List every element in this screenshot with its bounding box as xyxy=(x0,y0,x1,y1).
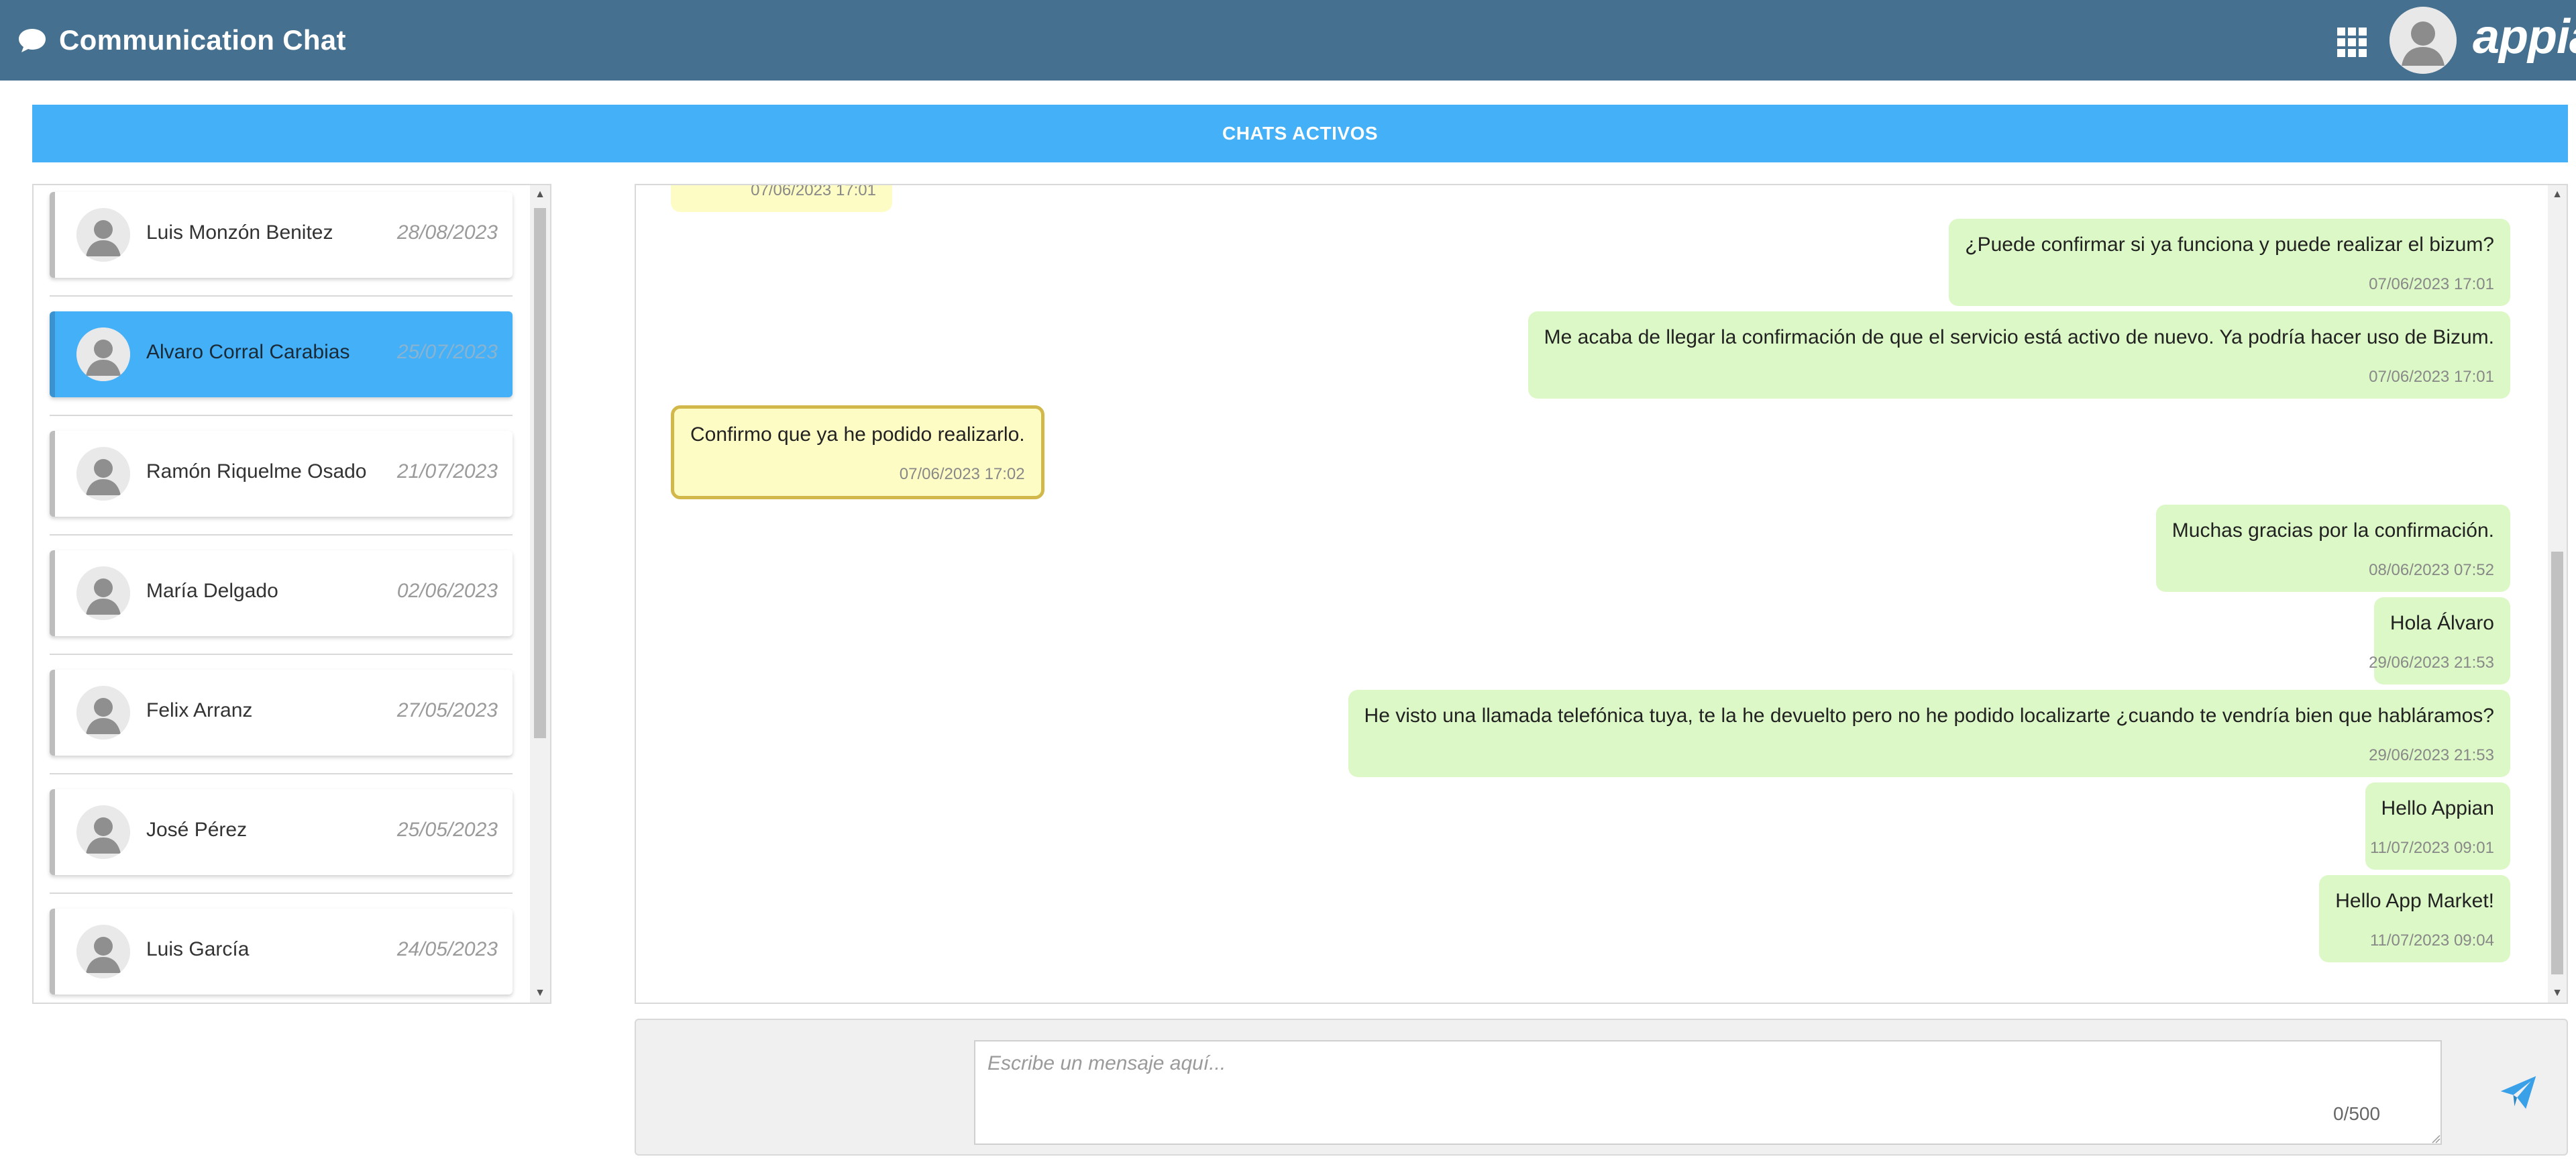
message-timestamp: 07/06/2023 17:01 xyxy=(2369,275,2494,293)
message-composer: 0/500 xyxy=(635,1019,2568,1156)
contact-divider xyxy=(50,534,513,536)
user-avatar-icon xyxy=(76,447,130,501)
scroll-down-arrow[interactable]: ▼ xyxy=(530,984,550,1003)
user-avatar[interactable] xyxy=(2390,7,2457,74)
message-bubble: Muchas gracias por la confirmación. 08/06… xyxy=(2155,505,2510,592)
message-timestamp: 11/07/2023 09:04 xyxy=(2369,931,2494,950)
contact-divider xyxy=(50,893,513,894)
contact-avatar xyxy=(76,566,130,620)
app-title: Communication Chat xyxy=(59,24,346,56)
contact-card[interactable]: María Delgado 02/06/2023 xyxy=(50,550,513,636)
contact-avatar xyxy=(76,447,130,501)
app-title-group: Communication Chat xyxy=(17,0,346,81)
user-avatar-icon xyxy=(76,925,130,978)
contact-divider xyxy=(50,295,513,297)
brand-logo: appian xyxy=(2473,10,2576,64)
contact-divider xyxy=(50,773,513,774)
contact-date: 02/06/2023 xyxy=(396,580,498,602)
message-input[interactable] xyxy=(974,1040,2442,1145)
contacts-scrollbar[interactable]: ▲ ▼ xyxy=(530,185,550,1003)
contact-card[interactable]: Luis Monzón Benitez 28/08/2023 xyxy=(50,192,513,278)
contact-avatar xyxy=(76,327,130,381)
message-text: Hello App Market! xyxy=(2335,890,2494,912)
message-bubble: Hello Appian 11/07/2023 09:01 xyxy=(2365,782,2510,870)
char-counter: 0/500 xyxy=(2333,1103,2381,1124)
message-text: He visto una llamada telefónica tuya, te… xyxy=(1364,705,2494,727)
contact-avatar xyxy=(76,805,130,859)
message-bubble: Hola Álvaro 29/06/2023 21:53 xyxy=(2369,597,2510,684)
contact-date: 27/05/2023 xyxy=(396,699,498,721)
message-bubble: Me acaba de llegar la confirmación de qu… xyxy=(1527,311,2510,399)
user-avatar-icon xyxy=(76,805,130,859)
contact-date: 21/07/2023 xyxy=(396,460,498,482)
contact-divider xyxy=(50,415,513,416)
message-bubble: He visto una llamada telefónica tuya, te… xyxy=(1348,690,2510,777)
message-bubble: 07/06/2023 17:01 xyxy=(671,184,892,212)
contact-date: 25/07/2023 xyxy=(396,341,498,363)
contact-avatar xyxy=(76,686,130,740)
contact-card[interactable]: José Pérez 25/05/2023 xyxy=(50,789,513,875)
message-timestamp: 11/07/2023 09:01 xyxy=(2369,839,2494,857)
active-chats-banner: CHATS ACTIVOS xyxy=(32,105,2568,162)
contact-name: Alvaro Corral Carabias xyxy=(146,341,350,363)
user-avatar-icon xyxy=(76,566,130,620)
message-text: Hola Álvaro xyxy=(2390,612,2494,634)
contact-name: Luis Monzón Benitez xyxy=(146,221,333,244)
top-header: Communication Chat appian xyxy=(0,0,2576,81)
message-timestamp: 07/06/2023 17:01 xyxy=(2369,368,2494,386)
contact-avatar xyxy=(76,208,130,262)
message-text: Hello Appian xyxy=(2381,797,2494,819)
grid-icon[interactable] xyxy=(2337,28,2367,57)
resize-grip-icon[interactable] xyxy=(2431,1134,2440,1143)
contact-list: Luis Monzón Benitez 28/08/2023 Alvaro Corr… xyxy=(34,185,530,1003)
message-text: Me acaba de llegar la confirmación de qu… xyxy=(1544,326,2494,348)
contact-date: 25/05/2023 xyxy=(396,819,498,841)
contact-card[interactable]: Alvaro Corral Carabias 25/07/2023 xyxy=(50,311,513,397)
contact-date: 28/08/2023 xyxy=(396,221,498,244)
message-bubble: Confirmo que ya he podido realizarlo. 07/… xyxy=(671,405,1044,499)
contact-name: Felix Arranz xyxy=(146,699,253,721)
contact-avatar xyxy=(76,925,130,978)
messages-panel: 07/06/2023 17:01 ¿Puede confirmar si ya f… xyxy=(635,184,2568,1004)
contact-name: Ramón Riquelme Osado xyxy=(146,460,367,482)
user-avatar-icon xyxy=(76,686,130,740)
contact-name: Luis García xyxy=(146,938,250,960)
message-bubble: Hello App Market! 11/07/2023 09:04 xyxy=(2319,875,2510,962)
paper-plane-icon xyxy=(2500,1076,2536,1109)
scroll-thumb[interactable] xyxy=(2551,552,2563,974)
message-text: Confirmo que ya he podido realizarlo. xyxy=(690,423,1025,446)
contact-card[interactable]: Felix Arranz 27/05/2023 xyxy=(50,670,513,756)
contacts-panel: Luis Monzón Benitez 28/08/2023 Alvaro Corr… xyxy=(32,184,551,1004)
chat-bubble-icon xyxy=(19,29,46,52)
send-button[interactable] xyxy=(2494,1068,2542,1117)
user-avatar-icon xyxy=(76,327,130,381)
message-text: Muchas gracias por la confirmación. xyxy=(2171,519,2494,542)
scroll-up-arrow[interactable]: ▲ xyxy=(530,185,550,204)
contact-name: José Pérez xyxy=(146,819,248,841)
contact-name: María Delgado xyxy=(146,580,278,602)
message-timestamp: 29/06/2023 21:53 xyxy=(2369,654,2494,672)
message-timestamp: 08/06/2023 07:52 xyxy=(2369,561,2494,579)
message-timestamp: 07/06/2023 17:01 xyxy=(751,184,876,199)
contact-card[interactable]: Luis García 24/05/2023 xyxy=(50,909,513,995)
message-bubble: ¿Puede confirmar si ya funciona y puede … xyxy=(1949,219,2510,306)
contact-date: 24/05/2023 xyxy=(396,938,498,960)
scroll-thumb[interactable] xyxy=(534,208,546,738)
message-timestamp: 07/06/2023 17:02 xyxy=(899,465,1025,483)
message-timestamp: 29/06/2023 21:53 xyxy=(2369,746,2494,764)
messages-scrollbar[interactable]: ▲ ▼ xyxy=(2548,185,2567,1003)
message-text: ¿Puede confirmar si ya funciona y puede … xyxy=(1965,234,2494,256)
user-avatar-icon xyxy=(76,208,130,262)
contact-divider xyxy=(50,654,513,655)
contact-card[interactable]: Ramón Riquelme Osado 21/07/2023 xyxy=(50,431,513,517)
scroll-down-arrow[interactable]: ▼ xyxy=(2548,984,2567,1003)
scroll-up-arrow[interactable]: ▲ xyxy=(2548,185,2567,204)
user-avatar-icon xyxy=(2390,7,2457,74)
